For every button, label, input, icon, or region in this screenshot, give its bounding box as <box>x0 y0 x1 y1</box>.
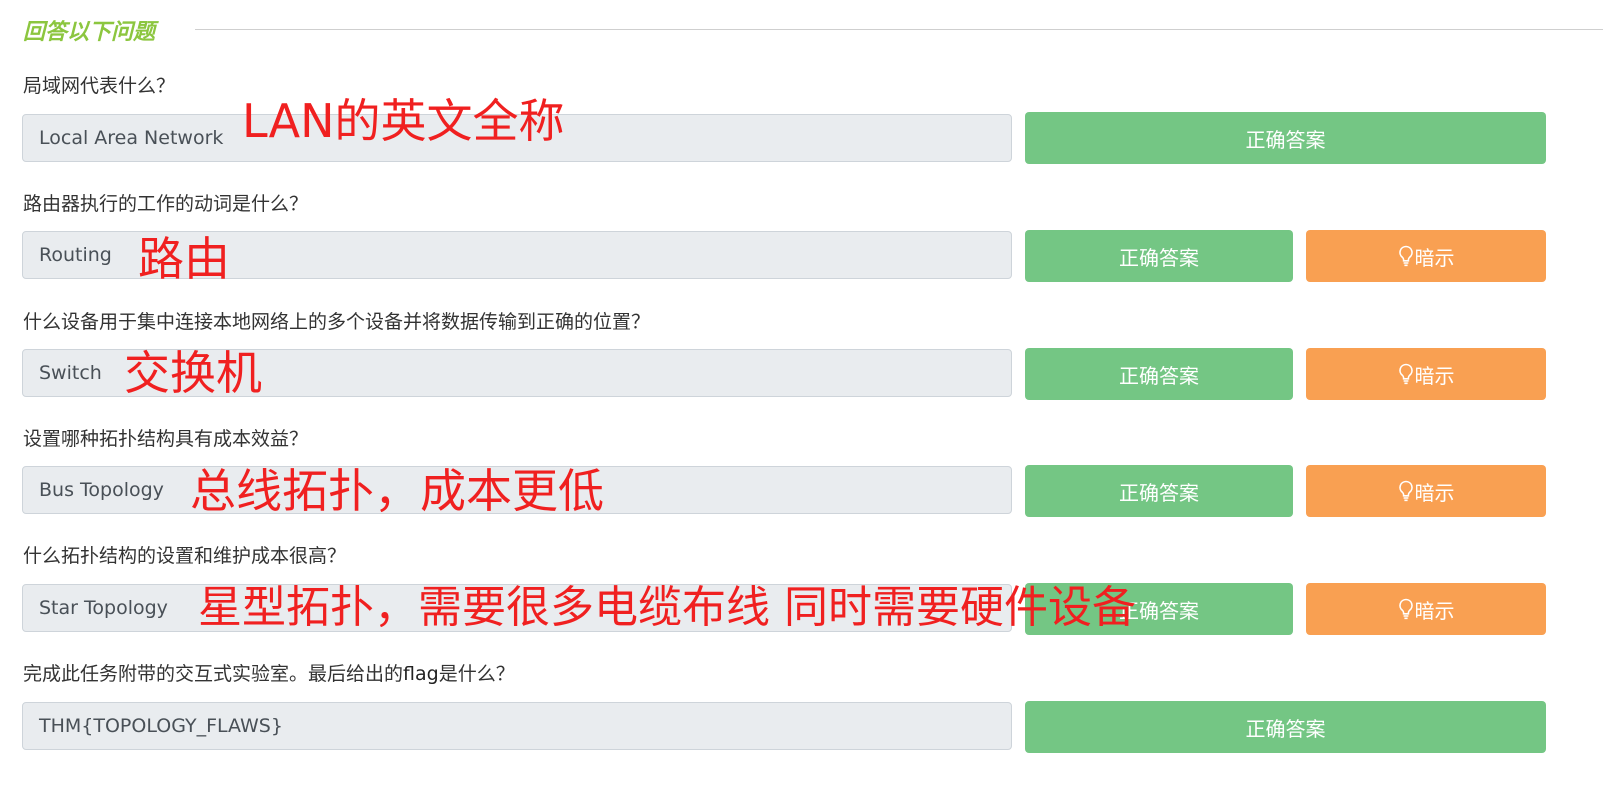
correct-answer-button-5[interactable]: 正确答案 <box>1025 583 1293 635</box>
answer-1-field[interactable]: Local Area Network <box>22 114 1012 162</box>
hint-label-3: 暗示 <box>1414 363 1455 388</box>
hint-label-2: 暗示 <box>1414 245 1455 270</box>
question-6-prefix: 完成此任务附带的交互式实验室。最后给出的 <box>23 663 404 685</box>
answer-6-value: THM{TOPOLOGY_FLAWS} <box>39 715 283 737</box>
answer-1-value: Local Area Network <box>39 127 224 149</box>
hint-button-3[interactable]: 暗示 <box>1306 348 1546 400</box>
section-divider <box>195 29 1603 30</box>
lightbulb-icon <box>1398 245 1413 267</box>
hint-button-4[interactable]: 暗示 <box>1306 465 1546 517</box>
answer-4-value: Bus Topology <box>39 479 164 501</box>
section-title: 回答以下问题 <box>23 19 156 45</box>
correct-answer-button-6[interactable]: 正确答案 <box>1025 701 1546 753</box>
question-4-text: 设置哪种拓扑结构具有成本效益？ <box>23 428 309 450</box>
hint-button-5[interactable]: 暗示 <box>1306 583 1546 635</box>
lightbulb-icon <box>1398 480 1413 502</box>
section-header: 回答以下问题 <box>23 10 1603 50</box>
hint-label-4: 暗示 <box>1414 480 1455 505</box>
question-5-text: 什么拓扑结构的设置和维护成本很高？ <box>23 545 347 567</box>
question-3-text: 什么设备用于集中连接本地网络上的多个设备并将数据传输到正确的位置？ <box>23 311 651 333</box>
question-6-text: 完成此任务附带的交互式实验室。最后给出的flag是什么？ <box>23 659 515 686</box>
answer-3-field[interactable]: Switch <box>22 349 1012 397</box>
answer-6-field[interactable]: THM{TOPOLOGY_FLAWS} <box>22 702 1012 750</box>
question-1-text: 局域网代表什么？ <box>23 75 176 97</box>
answer-4-field[interactable]: Bus Topology <box>22 466 1012 514</box>
answer-2-field[interactable]: Routing <box>22 231 1012 279</box>
answer-3-value: Switch <box>39 362 102 384</box>
answer-2-value: Routing <box>39 244 112 266</box>
answer-5-value: Star Topology <box>39 597 168 619</box>
correct-answer-button-4[interactable]: 正确答案 <box>1025 465 1293 517</box>
question-6-flag-word: flag <box>403 663 439 685</box>
answer-5-field[interactable]: Star Topology <box>22 584 1012 632</box>
question-2-text: 路由器执行的工作的动词是什么？ <box>23 193 309 215</box>
hint-label-5: 暗示 <box>1414 598 1455 623</box>
hint-button-2[interactable]: 暗示 <box>1306 230 1546 282</box>
correct-answer-button-2[interactable]: 正确答案 <box>1025 230 1293 282</box>
question-6-suffix: 是什么？ <box>438 663 515 685</box>
correct-answer-button-3[interactable]: 正确答案 <box>1025 348 1293 400</box>
correct-answer-button-1[interactable]: 正确答案 <box>1025 112 1546 164</box>
lightbulb-icon <box>1398 598 1413 620</box>
lightbulb-icon <box>1398 363 1413 385</box>
